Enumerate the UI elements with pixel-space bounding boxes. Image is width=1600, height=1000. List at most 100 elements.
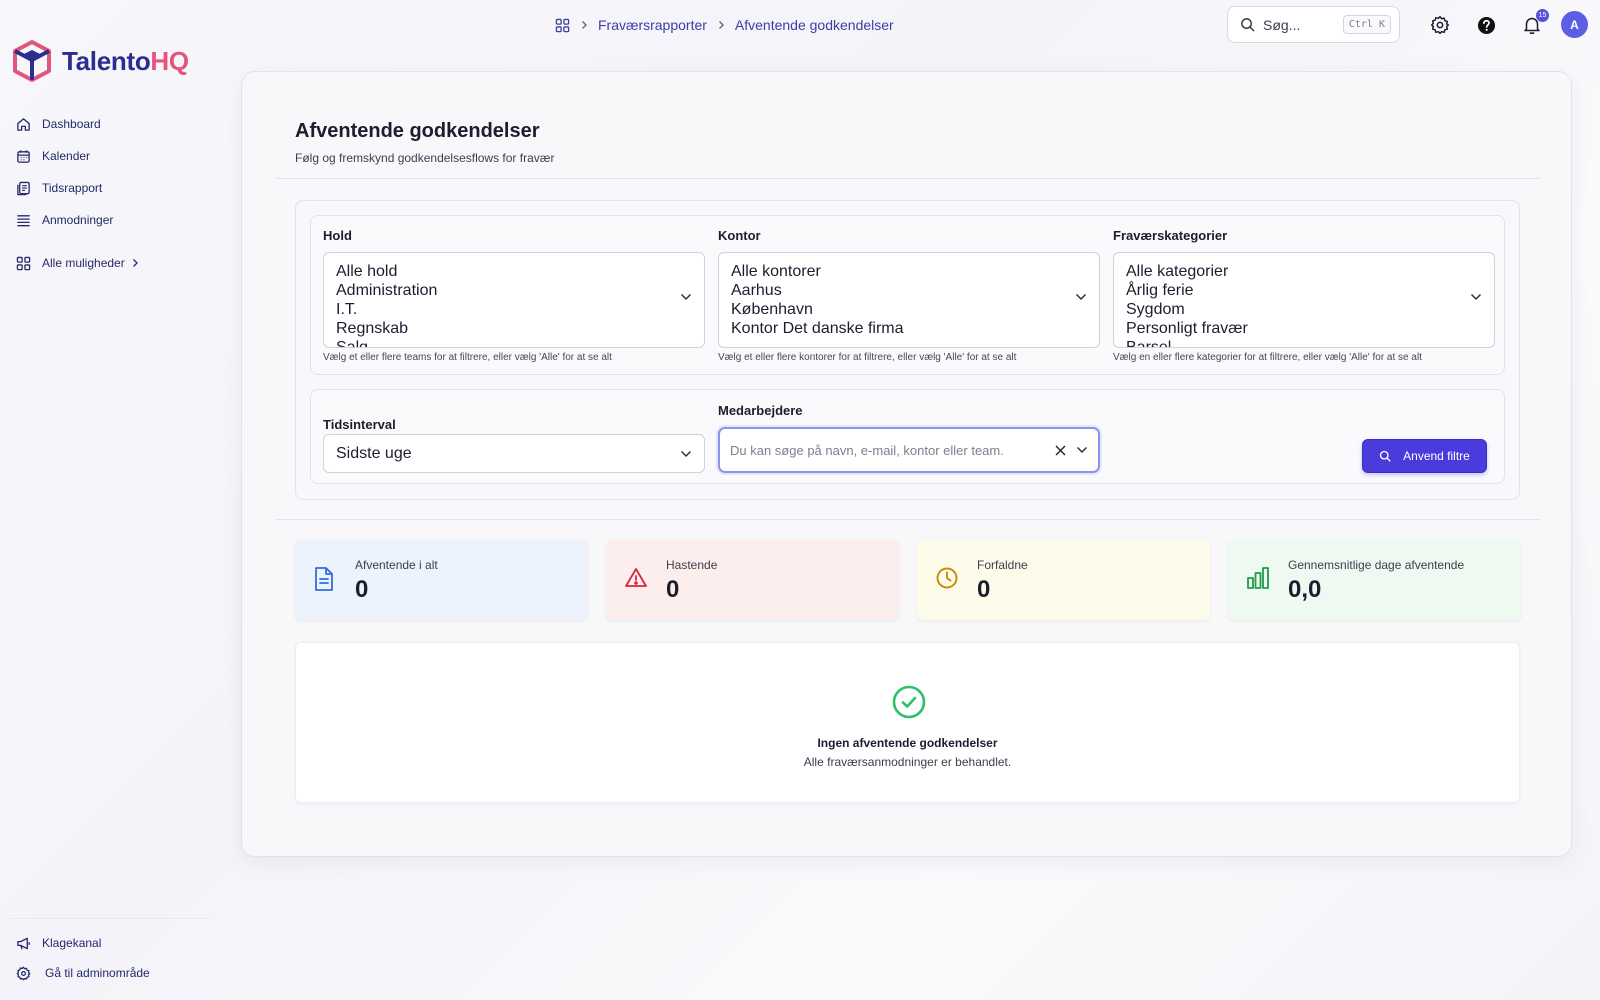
categories-help-text: Vælg en eller flere kategorier for at fi… — [1113, 352, 1422, 363]
stat-label: Forfaldne — [977, 558, 1028, 572]
categories-option[interactable]: Sygdom — [1126, 300, 1482, 319]
sidebar-item-complaints[interactable]: Klagekanal — [14, 928, 214, 958]
search-icon — [1379, 450, 1391, 462]
stat-card-urgent: Hastende 0 — [606, 540, 899, 620]
user-avatar[interactable]: A — [1561, 11, 1588, 38]
teams-help-text: Vælg et eller flere teams for at filtrer… — [323, 352, 612, 363]
employees-combobox[interactable] — [718, 427, 1100, 473]
stat-value: 0,0 — [1288, 576, 1322, 603]
sidebar-bottom: Klagekanal Gå til adminområde — [10, 918, 214, 988]
breadcrumb-item-absence-reports[interactable]: Fraværsrapporter — [598, 17, 707, 33]
stat-label: Hastende — [666, 558, 718, 572]
search-icon — [1240, 17, 1255, 32]
chevron-right-icon — [131, 258, 139, 268]
search-shortcut: Ctrl K — [1342, 15, 1391, 34]
chevron-down-icon[interactable] — [1076, 446, 1088, 454]
bar-chart-icon — [1246, 566, 1270, 590]
teams-filter: Hold Alle hold Administration I.T. Regns… — [323, 228, 705, 363]
employees-label: Medarbejdere — [718, 403, 803, 418]
chevron-down-icon[interactable] — [680, 293, 692, 301]
apply-filters-label: Anvend filtre — [1403, 449, 1470, 463]
interval-label: Tidsinterval — [323, 417, 396, 432]
categories-multiselect[interactable]: Alle kategorier Årlig ferie Sygdom Perso… — [1113, 252, 1495, 348]
stat-value: 0 — [666, 576, 680, 603]
offices-option[interactable]: Alle kontorer — [731, 262, 1087, 281]
teams-label: Hold — [323, 228, 352, 243]
page-subtitle: Følg og fremskynd godkendelsesflows for … — [295, 151, 555, 165]
offices-multiselect[interactable]: Alle kontorer Aarhus København Kontor De… — [718, 252, 1100, 348]
categories-option[interactable]: Årlig ferie — [1126, 281, 1482, 300]
filters-row-secondary: Tidsinterval Sidste uge Medarbejdere Du … — [310, 389, 1505, 484]
teams-option[interactable]: Salg — [336, 338, 692, 347]
sidebar-item-calendar[interactable]: Kalender — [14, 140, 204, 172]
teams-option[interactable]: I.T. — [336, 300, 692, 319]
app-logo[interactable]: TalentoHQ — [12, 40, 189, 82]
teams-multiselect[interactable]: Alle hold Administration I.T. Regnskab S… — [323, 252, 705, 348]
page-title: Afventende godkendelser — [295, 120, 540, 142]
apps-grid-icon[interactable] — [555, 18, 570, 33]
sidebar-item-label: Tidsrapport — [42, 181, 103, 195]
offices-filter: Kontor Alle kontorer Aarhus København Ko… — [718, 228, 1100, 363]
divider — [275, 519, 1540, 520]
breadcrumb-separator-icon — [580, 20, 588, 30]
chevron-down-icon[interactable] — [1470, 293, 1482, 301]
gear-icon — [1430, 15, 1450, 35]
teams-option[interactable]: Alle hold — [336, 262, 692, 281]
timesheet-icon — [14, 179, 32, 197]
sidebar-item-all-options[interactable]: Alle muligheder — [14, 247, 204, 279]
breadcrumb-separator-icon — [717, 20, 725, 30]
categories-option[interactable]: Alle kategorier — [1126, 262, 1482, 281]
employees-search-input[interactable] — [730, 442, 1045, 458]
logo-cube-icon — [12, 40, 52, 82]
offices-label: Kontor — [718, 228, 761, 243]
interval-value: Sidste uge — [336, 444, 412, 462]
teams-option[interactable]: Administration — [336, 281, 692, 300]
warning-icon — [624, 566, 648, 590]
interval-select[interactable]: Sidste uge — [323, 434, 705, 473]
divider — [275, 178, 1540, 179]
filters-row-multiselect: Hold Alle hold Administration I.T. Regns… — [310, 215, 1505, 375]
categories-option[interactable]: Barsel — [1126, 338, 1482, 347]
grid-icon — [14, 254, 32, 272]
clock-icon — [935, 566, 959, 590]
main-card: Afventende godkendelser Følg og fremskyn… — [241, 71, 1572, 857]
sidebar-item-label: Gå til adminområde — [45, 966, 150, 980]
global-search[interactable]: Søg... Ctrl K — [1227, 6, 1400, 43]
sidebar-item-label: Anmodninger — [42, 213, 114, 227]
check-circle-icon — [892, 685, 926, 719]
offices-option[interactable]: København — [731, 300, 1087, 319]
filters-panel: Hold Alle hold Administration I.T. Regns… — [295, 200, 1520, 500]
stat-value: 0 — [977, 576, 991, 603]
help-button[interactable] — [1475, 14, 1497, 36]
empty-state: Ingen afventende godkendelser Alle fravæ… — [295, 642, 1520, 803]
document-icon — [313, 566, 335, 592]
stat-label: Gennemsnitlige dage afventende — [1288, 558, 1465, 572]
teams-option[interactable]: Regnskab — [336, 319, 692, 338]
clear-icon[interactable] — [1055, 445, 1066, 456]
sidebar-item-label: Klagekanal — [42, 936, 102, 950]
empty-state-title: Ingen afventende godkendelser — [817, 736, 998, 750]
sidebar-item-label: Dashboard — [42, 117, 101, 131]
apply-filters-button[interactable]: Anvend filtre — [1362, 439, 1487, 473]
sidebar-item-dashboard[interactable]: Dashboard — [14, 108, 204, 140]
sidebar-item-admin[interactable]: Gå til adminområde — [14, 958, 214, 988]
breadcrumb-item-current[interactable]: Afventende godkendelser — [735, 17, 894, 33]
empty-state-subtitle: Alle fraværsanmodninger er behandlet. — [803, 755, 1012, 769]
settings-button[interactable] — [1429, 14, 1451, 36]
chevron-down-icon[interactable] — [1075, 293, 1087, 301]
stat-card-pending-total: Afventende i alt 0 — [295, 540, 588, 620]
breadcrumb: Fraværsrapporter Afventende godkendelser — [555, 14, 894, 36]
help-icon — [1477, 16, 1496, 35]
search-placeholder: Søg... — [1263, 16, 1301, 33]
categories-option[interactable]: Personligt fravær — [1126, 319, 1482, 338]
offices-option[interactable]: Kontor Det danske firma — [731, 319, 1087, 338]
notifications-button[interactable]: 15 — [1521, 9, 1549, 36]
sidebar-item-requests[interactable]: Anmodninger — [14, 204, 204, 236]
home-icon — [14, 115, 32, 133]
sidebar-item-timesheet[interactable]: Tidsrapport — [14, 172, 204, 204]
calendar-icon — [14, 147, 32, 165]
offices-option[interactable]: Aarhus — [731, 281, 1087, 300]
chevron-down-icon — [680, 450, 692, 458]
stat-label: Afventende i alt — [355, 558, 438, 572]
logo-text: TalentoHQ — [62, 45, 189, 76]
